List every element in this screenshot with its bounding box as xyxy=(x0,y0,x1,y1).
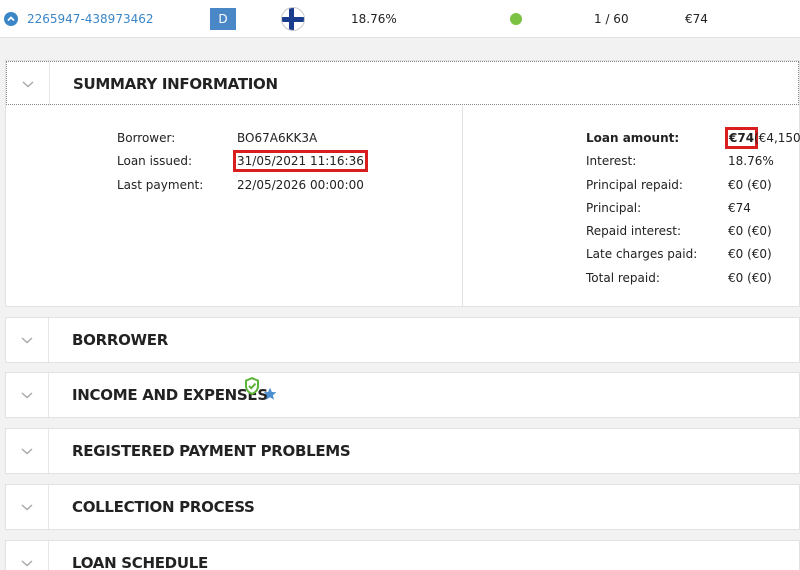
summary-title: SUMMARY INFORMATION xyxy=(73,75,278,93)
loan-amount: €74 xyxy=(685,12,708,26)
country-flag xyxy=(281,0,305,38)
borrower-value: BO67A6KK3A xyxy=(237,131,318,145)
borrower-header[interactable]: BORROWER xyxy=(6,318,799,362)
column-divider xyxy=(462,106,463,307)
payment-problems-panel[interactable]: REGISTERED PAYMENT PROBLEMS xyxy=(5,428,800,474)
borrower-title: BORROWER xyxy=(72,331,168,349)
loan-amount-label: Loan amount: xyxy=(586,131,680,145)
last-payment-value: 22/05/2026 00:00:00 xyxy=(237,178,364,192)
chevron-up-icon[interactable] xyxy=(4,12,18,26)
chevron-down-icon[interactable] xyxy=(6,429,49,473)
principal-repaid-label: Principal repaid: xyxy=(586,178,683,192)
summary-panel: SUMMARY INFORMATION Borrower: BO67A6KK3A… xyxy=(5,60,800,307)
loan-amount-total: (€4,150) xyxy=(754,131,800,145)
status-dot-icon xyxy=(510,13,522,25)
interest-value: 18.76% xyxy=(728,154,774,168)
loan-schedule-panel[interactable]: LOAN SCHEDULE xyxy=(5,540,800,570)
chevron-down-icon[interactable] xyxy=(6,318,49,362)
rating-value: D xyxy=(210,8,236,30)
income-expenses-title: INCOME AND EXPENSES xyxy=(72,386,268,404)
star-icon xyxy=(263,386,277,405)
payment-problems-header[interactable]: REGISTERED PAYMENT PROBLEMS xyxy=(6,429,799,473)
loan-id-link[interactable]: 2265947-438973462 xyxy=(27,0,154,38)
repaid-interest-label: Repaid interest: xyxy=(586,224,681,238)
collection-process-panel[interactable]: COLLECTION PROCESS xyxy=(5,484,800,530)
chevron-down-icon[interactable] xyxy=(6,541,49,570)
chevron-down-icon[interactable] xyxy=(7,62,50,106)
loan-term: 1 / 60 xyxy=(594,12,629,26)
loan-issued-value: 31/05/2021 11:16:36 xyxy=(233,150,368,172)
summary-header[interactable]: SUMMARY INFORMATION xyxy=(6,61,799,106)
chevron-down-icon[interactable] xyxy=(6,373,49,417)
late-charges-value: €0 (€0) xyxy=(728,247,772,261)
repaid-interest-value: €0 (€0) xyxy=(728,224,772,238)
rating-badge: D xyxy=(210,0,236,38)
loan-issued-label: Loan issued: xyxy=(117,154,193,168)
loan-amount-value: €74 xyxy=(724,127,759,149)
income-expenses-panel[interactable]: INCOME AND EXPENSES xyxy=(5,372,800,418)
expand-toggle[interactable] xyxy=(4,0,20,38)
collection-process-header[interactable]: COLLECTION PROCESS xyxy=(6,485,799,529)
income-expenses-header[interactable]: INCOME AND EXPENSES xyxy=(6,373,799,417)
status-indicator xyxy=(510,0,522,38)
total-repaid-value: €0 (€0) xyxy=(728,271,772,285)
borrower-label: Borrower: xyxy=(117,131,176,145)
loan-row[interactable]: 2265947-438973462 D 18.76% 1 / 60 €74 xyxy=(0,0,800,38)
borrower-panel[interactable]: BORROWER xyxy=(5,317,800,363)
collection-process-title: COLLECTION PROCESS xyxy=(72,498,255,516)
finland-flag-icon xyxy=(281,7,305,31)
late-charges-label: Late charges paid: xyxy=(586,247,698,261)
chevron-down-icon[interactable] xyxy=(6,485,49,529)
payment-problems-title: REGISTERED PAYMENT PROBLEMS xyxy=(72,442,351,460)
income-badges xyxy=(243,375,277,415)
shield-check-icon xyxy=(243,376,261,400)
principal-label: Principal: xyxy=(586,201,642,215)
interest-rate: 18.76% xyxy=(351,12,397,26)
interest-label: Interest: xyxy=(586,154,637,168)
summary-body: Borrower: BO67A6KK3A Loan issued: 31/05/… xyxy=(6,106,800,308)
principal-value: €74 xyxy=(728,201,751,215)
loan-schedule-title: LOAN SCHEDULE xyxy=(72,554,208,570)
loan-schedule-header[interactable]: LOAN SCHEDULE xyxy=(6,541,799,570)
last-payment-label: Last payment: xyxy=(117,178,204,192)
total-repaid-label: Total repaid: xyxy=(586,271,660,285)
principal-repaid-value: €0 (€0) xyxy=(728,178,772,192)
